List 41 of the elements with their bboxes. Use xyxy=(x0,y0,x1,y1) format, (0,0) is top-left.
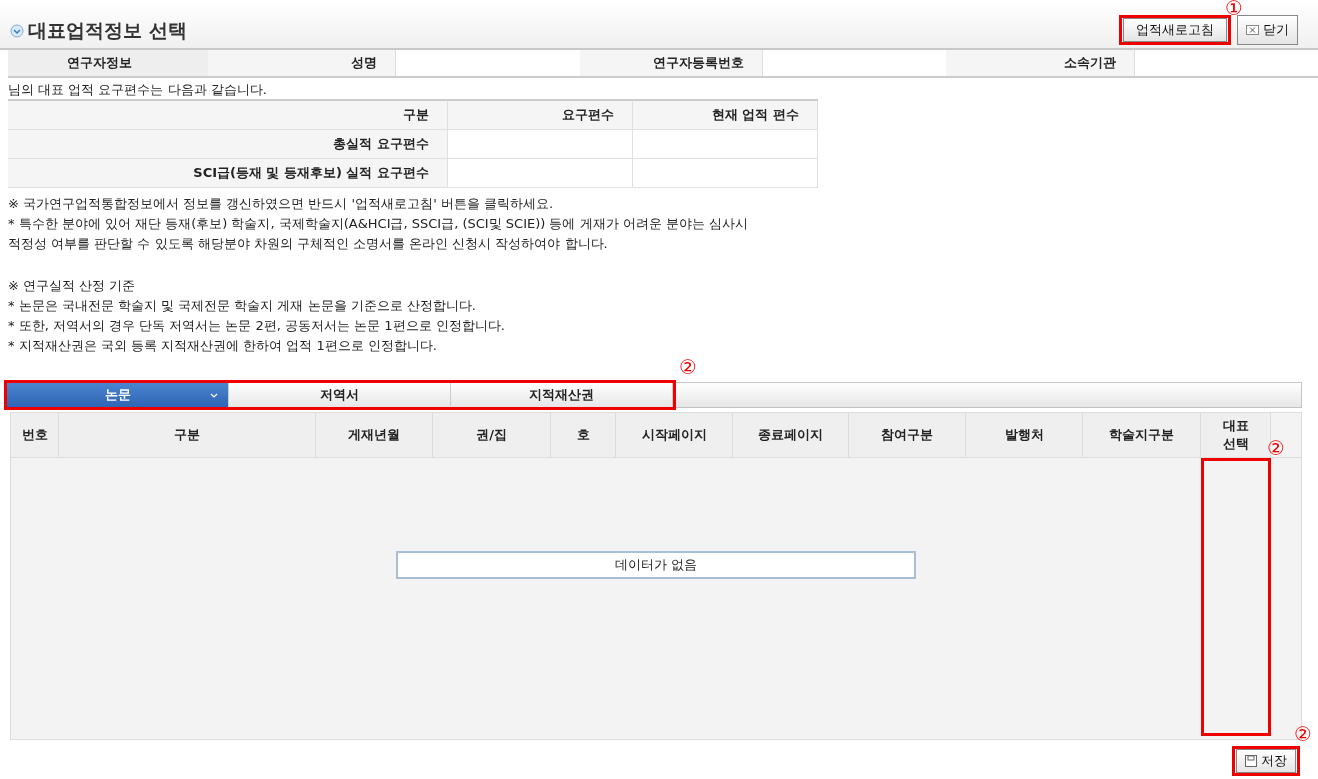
step-number: ② xyxy=(679,357,697,377)
step-number: ② xyxy=(1294,724,1312,744)
caret-icon xyxy=(210,393,218,398)
column-header: 현재 업적 편수 xyxy=(633,101,818,129)
save-button[interactable]: 저장 xyxy=(1236,749,1296,773)
criteria-text: * 논문은 국내전문 학술지 및 국제전문 학술지 게재 논문을 기준으로 산정합니다. xyxy=(8,297,477,315)
refresh-button[interactable]: 업적새로고침 xyxy=(1123,18,1227,42)
tab[interactable]: 저역서 xyxy=(229,383,451,407)
column-header: 참여구분 xyxy=(849,413,966,457)
intro-text: 님의 대표 업적 요구편수는 다음과 같습니다. xyxy=(7,81,268,99)
column-header: 구분 xyxy=(59,413,316,457)
criteria-text: ※ 연구실적 산정 기준 xyxy=(8,277,137,295)
step-number: ① xyxy=(1225,0,1243,18)
tab[interactable]: 논문 xyxy=(7,383,229,407)
field-label: 소속기관 xyxy=(946,50,1135,76)
column-header: 발행처 xyxy=(966,413,1083,457)
column-header: 시작페이지 xyxy=(616,413,733,457)
table-header-cell: 연구자정보 xyxy=(8,50,209,76)
column-header: 게재년월 xyxy=(316,413,433,457)
column-header: 권/집 xyxy=(433,413,551,457)
column-header: 종료페이지 xyxy=(733,413,849,457)
row-header: 총실적 요구편수 xyxy=(8,130,448,158)
row-header: SCI급(등재 및 등재후보) 실적 요구편수 xyxy=(8,159,448,187)
field-label: 성명 xyxy=(208,50,397,76)
criteria-text: * 지적재산권은 국외 등록 지적재산권에 한하여 업적 1편으로 인정합니다. xyxy=(8,337,438,355)
column-header: 학술지구분 xyxy=(1083,413,1201,457)
column-header: 호 xyxy=(551,413,616,457)
field-label: 연구자등록번호 xyxy=(579,50,764,76)
notice-text: * 특수한 분야에 있어 재단 등재(후보) 학술지, 국제학술지(A&HCI급, SSCI급, (SCI및 SCIE)) 등에 게재가 어려운 분야는 심사시 xyxy=(8,215,749,233)
notice-text: 적정성 여부를 판단할 수 있도록 해당분야 차원의 구체적인 소명서를 온라인 신청시 작성하여야 합니다. xyxy=(8,235,609,253)
tab[interactable]: 지적재산권 xyxy=(451,383,673,407)
notice-text: ※ 국가연구업적통합정보에서 정보를 갱신하였으면 반드시 '업적새로고침' 버튼을 클릭하세요. xyxy=(8,195,555,213)
column-header: 번호 xyxy=(11,413,59,457)
criteria-text: * 또한, 저역서의 경우 단독 저역서는 논문 2편, 공동저서는 논문 1편으로 인정합니다. xyxy=(8,317,506,335)
column-header: 요구편수 xyxy=(448,101,633,129)
close-icon xyxy=(1246,25,1259,35)
window-title: 대표업적정보 선택 xyxy=(28,18,187,43)
close-button[interactable]: 닫기 xyxy=(1237,15,1298,45)
chevron-circle-icon xyxy=(10,24,24,38)
column-header: 구분 xyxy=(8,101,448,129)
empty-message: 데이터가 없음 xyxy=(396,551,916,579)
